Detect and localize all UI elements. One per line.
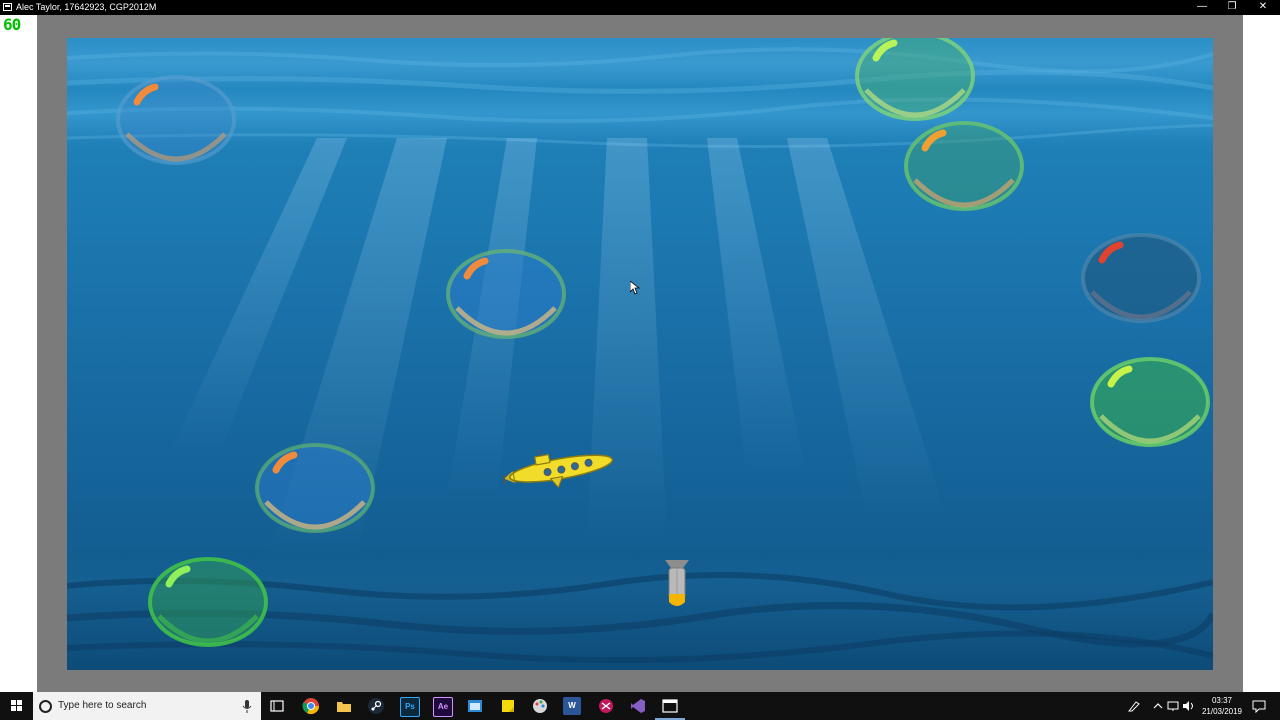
clock-date: 21/03/2019 <box>1201 707 1243 716</box>
restore-button[interactable]: ❐ <box>1217 0 1247 15</box>
submarine <box>502 449 614 489</box>
chevron-up-icon[interactable] <box>1152 700 1164 712</box>
minimize-button[interactable]: — <box>1187 0 1217 15</box>
snipping-icon[interactable] <box>597 697 615 715</box>
bomb <box>665 560 689 606</box>
start-button[interactable] <box>0 692 33 720</box>
photoshop-icon[interactable]: Ps <box>400 697 420 717</box>
sticky-notes-icon[interactable] <box>499 697 517 715</box>
fps-counter: 60 <box>3 15 21 34</box>
app-window-icon[interactable] <box>466 697 484 715</box>
game-window-icon[interactable] <box>661 697 679 715</box>
bubble <box>116 75 236 165</box>
bubble <box>255 443 375 533</box>
app-window-icon <box>3 3 12 11</box>
paint-icon[interactable] <box>531 697 549 715</box>
window-title-bar[interactable]: Alec Taylor, 17642923, CGP2012M — ❐ ✕ <box>0 0 1280 15</box>
search-placeholder: Type here to search <box>58 700 147 711</box>
bubble <box>148 557 268 647</box>
bubble <box>446 249 566 339</box>
cortana-icon <box>39 700 52 713</box>
word-icon[interactable]: W <box>563 697 581 715</box>
visual-studio-icon[interactable] <box>629 697 647 715</box>
system-clock[interactable]: 03:37 21/03/2019 <box>1196 695 1248 717</box>
bubble <box>855 38 975 121</box>
window-title: Alec Taylor, 17642923, CGP2012M <box>16 2 157 12</box>
mouse-cursor-icon <box>630 281 640 295</box>
microphone-icon[interactable] <box>242 700 252 713</box>
clock-time: 03:37 <box>1211 696 1233 705</box>
network-icon[interactable] <box>1166 700 1180 712</box>
volume-icon[interactable] <box>1182 700 1196 712</box>
bubble <box>904 121 1024 211</box>
close-button[interactable]: ✕ <box>1248 0 1278 15</box>
notifications-icon[interactable] <box>1252 699 1266 713</box>
after-effects-icon[interactable]: Ae <box>433 697 453 717</box>
bubble <box>1081 233 1201 323</box>
windows-start-icon <box>11 700 22 711</box>
steam-icon[interactable] <box>367 697 385 715</box>
task-view-icon[interactable] <box>268 697 286 715</box>
bubble <box>1090 357 1210 447</box>
game-viewport[interactable] <box>67 38 1213 670</box>
file-explorer-icon[interactable] <box>335 697 353 715</box>
chrome-icon[interactable] <box>302 697 320 715</box>
taskbar: Type here to search Ps Ae W 03:37 21/03/… <box>0 692 1280 720</box>
pen-ink-icon[interactable] <box>1127 700 1141 712</box>
taskbar-search-box[interactable]: Type here to search <box>33 692 261 720</box>
